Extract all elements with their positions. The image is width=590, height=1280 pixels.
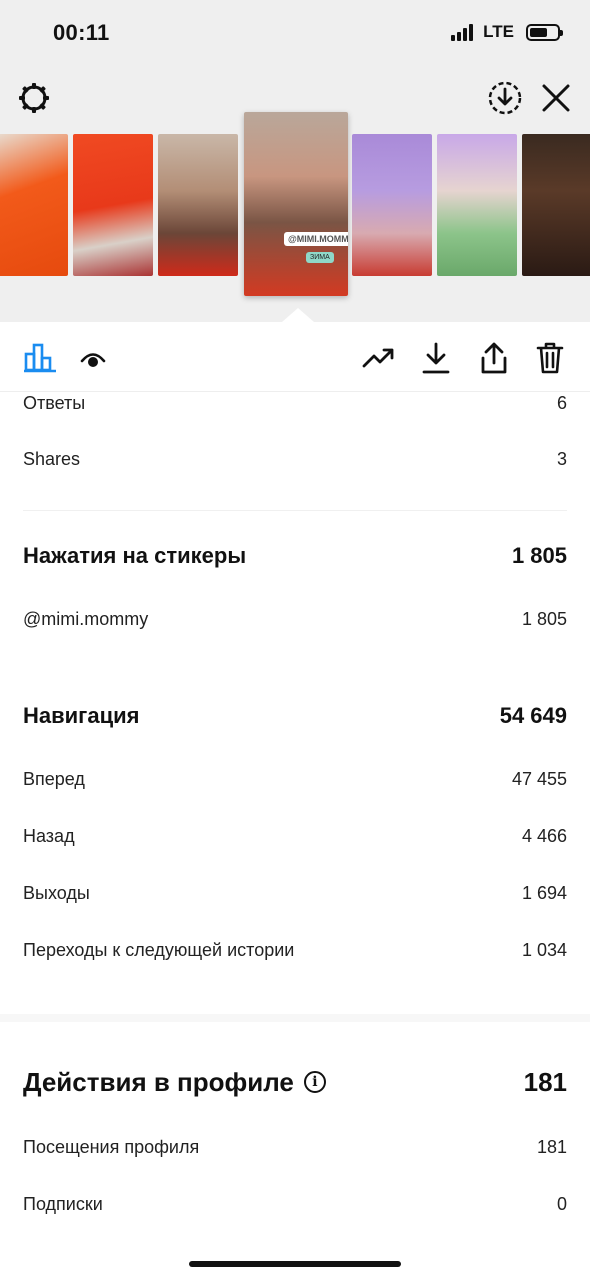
story-thumbnails-strip[interactable]: @MIMI.MOMMY ЗИМА [0,112,590,322]
insights-tab-button[interactable] [22,340,58,376]
stat-value: 4 466 [521,825,567,846]
stat-value: 181 [536,1136,567,1157]
section-title: Действия в профиле [23,1066,294,1097]
status-indicators: LTE [451,22,563,42]
story-thumbnail[interactable] [437,134,517,276]
bar-chart-icon [24,343,56,373]
stat-value: 47 455 [511,768,567,789]
stat-row-back: Назад 4 466 [23,825,567,847]
stat-label: Выходы [23,882,90,903]
stat-label: @mimi.mommy [23,608,149,629]
trash-icon [536,342,564,374]
share-icon [481,342,507,374]
insights-toolbar [0,322,590,392]
stat-value: 3 [556,448,567,469]
story-thumbnail[interactable] [522,134,590,276]
story-thumbnail[interactable] [73,134,153,276]
stat-row-next-story: Переходы к следующей истории 1 034 [23,939,567,961]
stat-label: Назад [23,825,75,846]
status-bar: 00:11 LTE [0,0,590,64]
download-icon [422,342,450,374]
close-icon [542,84,570,112]
stat-value: 1 805 [521,608,567,629]
section-total: 1 805 [511,543,567,568]
gear-icon [19,83,49,113]
stat-label: Вперед [23,768,85,789]
section-separator [0,1014,590,1022]
caption-label: ЗИМА [306,252,334,263]
viewers-tab-button[interactable] [78,344,108,374]
section-total: 54 649 [499,703,567,728]
sticker-label: @MIMI.MOMMY [284,232,348,246]
section-title: Навигация [23,703,140,728]
section-total: 181 [523,1066,567,1097]
eye-icon [80,353,106,367]
download-button[interactable] [418,338,454,378]
home-indicator[interactable] [189,1261,401,1267]
battery-icon [526,23,563,41]
info-icon[interactable]: i [303,1071,326,1093]
story-thumbnail[interactable] [0,134,68,276]
section-navigation: Навигация 54 649 [23,701,567,731]
stat-row-replies: Ответы 6 [23,392,567,414]
stat-row-sticker: @mimi.mommy 1 805 [23,608,567,630]
stat-label: Ответы [23,392,86,413]
story-thumbnail[interactable] [158,134,238,276]
section-profile-actions: Действия в профиле i 181 [23,1064,567,1100]
stat-value: 0 [556,1193,567,1214]
stat-row-forward: Вперед 47 455 [23,768,567,790]
section-sticker-taps: Нажатия на стикеры 1 805 [23,541,567,571]
stat-label: Переходы к следующей истории [23,939,295,960]
delete-button[interactable] [532,338,568,378]
stat-row-exits: Выходы 1 694 [23,882,567,904]
story-thumbnail-selected[interactable]: @MIMI.MOMMY ЗИМА [244,112,348,296]
stat-row-follows: Подписки 0 [23,1193,567,1215]
promote-button[interactable] [360,340,398,376]
story-thumbnail[interactable] [352,134,432,276]
stat-value: 6 [556,392,567,413]
trending-up-icon [362,348,394,368]
share-button[interactable] [476,338,512,378]
stat-label: Shares [23,448,81,469]
network-type: LTE [483,22,514,41]
stat-row-shares: Shares 3 [23,448,567,470]
status-time: 00:11 [53,20,110,45]
stat-label: Подписки [23,1193,103,1214]
signal-bars-icon [451,23,474,41]
divider [23,510,567,511]
stat-value: 1 034 [521,939,567,960]
section-title: Нажатия на стикеры [23,543,247,568]
stat-value: 1 694 [521,882,567,903]
selected-pointer [282,308,314,322]
download-circle-icon [488,81,522,115]
stat-label: Посещения профиля [23,1136,200,1157]
stat-row-profile-visits: Посещения профиля 181 [23,1136,567,1158]
